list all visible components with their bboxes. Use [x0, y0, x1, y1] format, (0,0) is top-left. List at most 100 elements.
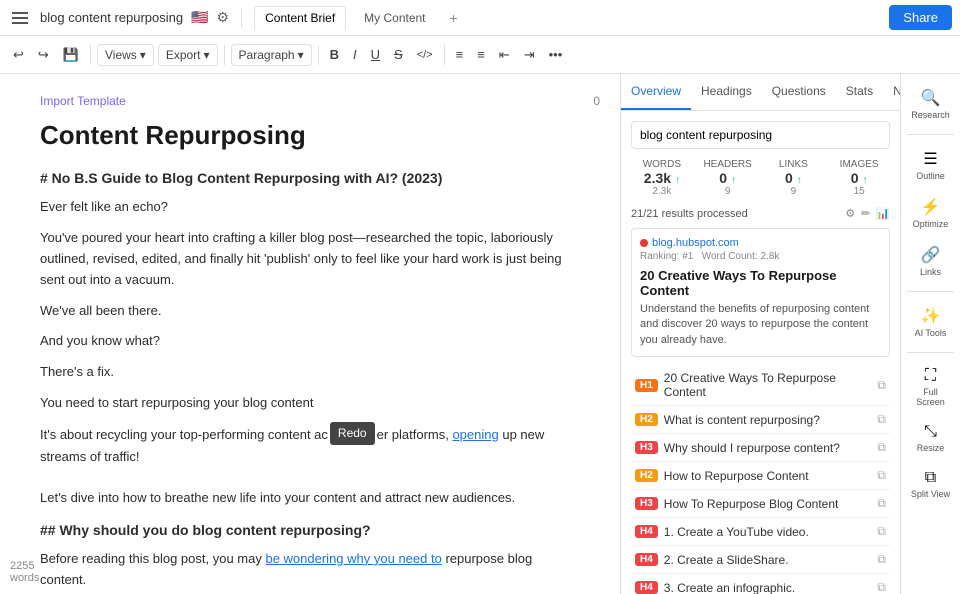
panel-content: WORDS 2.3k ↑ 2.3k HEADERS 0 ↑ 9 [621, 111, 900, 594]
heading-badge: H4 [635, 553, 658, 566]
search-input[interactable] [631, 121, 890, 149]
code-button[interactable]: </> [412, 46, 438, 64]
heading-item-text: 2. Create a SlideShare. [664, 553, 872, 567]
tab-news[interactable]: News [883, 74, 900, 110]
stat-images: IMAGES 0 ↑ 15 [828, 159, 890, 197]
heading-item-text: 3. Create an infographic. [664, 581, 872, 594]
sidebar-divider [907, 134, 954, 135]
competitor-description: Understand the benefits of repurposing c… [640, 302, 881, 348]
edit-results-icon[interactable]: ✏ [861, 207, 870, 220]
heading-list-item: H3 Why should I repurpose content? ⧉ [631, 434, 890, 462]
copy-heading-icon[interactable]: ⧉ [877, 468, 886, 483]
indent-decrease-button[interactable]: ⇤ [494, 44, 515, 66]
far-right-icon: ⤡ [924, 423, 937, 441]
far-right-item-outline[interactable]: ☰ Outline [905, 143, 957, 187]
wondering-link[interactable]: be wondering why you need to [265, 551, 441, 566]
indent-increase-button[interactable]: ⇥ [519, 44, 540, 66]
heading-item-text: How To Repurpose Blog Content [664, 497, 872, 511]
tab-add-button[interactable]: + [444, 6, 464, 30]
copy-heading-icon[interactable]: ⧉ [877, 524, 886, 539]
chart-results-icon[interactable]: 📊 [876, 207, 890, 220]
redo-tooltip: Redo [330, 422, 375, 445]
heading-list-item: H1 20 Creative Ways To Repurpose Content… [631, 365, 890, 406]
word-count-badge: 0 [593, 94, 600, 108]
competitor-title: 20 Creative Ways To Repurpose Content [640, 268, 881, 298]
heading-badge: H4 [635, 525, 658, 538]
tab-headings[interactable]: Headings [691, 74, 762, 110]
bold-button[interactable]: B [325, 44, 344, 65]
paragraph-dropdown[interactable]: Paragraph ▾ [231, 44, 312, 66]
heading-item-text: How to Repurpose Content [664, 469, 872, 483]
far-right-label: Research [911, 110, 950, 120]
hamburger-menu[interactable] [8, 8, 32, 28]
panel-tabs: Overview Headings Questions Stats News W… [621, 74, 900, 111]
far-right-item-research[interactable]: 🔍 Research [905, 82, 957, 126]
align-center-button[interactable]: ≡ [472, 44, 490, 65]
copy-heading-icon[interactable]: ⧉ [877, 580, 886, 594]
paragraph-4: And you know what? [40, 331, 580, 352]
tab-my-content[interactable]: My Content [354, 7, 435, 29]
sidebar-divider [907, 291, 954, 292]
paragraph-7: It's about recycling your top-performing… [40, 424, 580, 468]
underline-button[interactable]: U [366, 44, 385, 65]
export-dropdown[interactable]: Export ▾ [158, 44, 218, 66]
flag-icon: 🇺🇸 [191, 9, 208, 26]
far-right-label: Split View [911, 489, 950, 499]
copy-heading-icon[interactable]: ⧉ [877, 412, 886, 427]
far-right-label: Full Screen [909, 387, 953, 407]
results-bar-icons: ⚙ ✏ 📊 [845, 207, 890, 220]
far-right-label: Links [920, 267, 941, 277]
italic-button[interactable]: I [348, 44, 362, 65]
copy-heading-icon[interactable]: ⧉ [877, 378, 886, 393]
strikethrough-button[interactable]: S [389, 44, 408, 65]
far-right-item-optimize[interactable]: ⚡ Optimize [905, 191, 957, 235]
editor-area[interactable]: Import Template 0 Content Repurposing # … [0, 74, 620, 594]
far-right-item-ai-tools[interactable]: ✨ AI Tools [905, 300, 957, 344]
far-right-icon: ☰ [923, 149, 937, 169]
copy-heading-icon[interactable]: ⧉ [877, 552, 886, 567]
editor-content[interactable]: # No B.S Guide to Blog Content Repurposi… [40, 167, 580, 594]
save-button[interactable]: 💾 [58, 44, 84, 66]
right-panel: Overview Headings Questions Stats News W… [620, 74, 900, 594]
heading-list-item: H2 What is content repurposing? ⧉ [631, 406, 890, 434]
heading-badge: H1 [635, 379, 658, 392]
far-right-item-full-screen[interactable]: ⛶ Full Screen [905, 361, 957, 413]
settings-icon[interactable]: ⚙ [217, 9, 230, 26]
undo-button[interactable]: ↩ [8, 44, 29, 66]
more-options-button[interactable]: ••• [544, 44, 568, 65]
paragraph-9: Before reading this blog post, you may b… [40, 549, 580, 591]
words-value: 2.3k ↑ [631, 170, 693, 186]
tab-overview[interactable]: Overview [621, 74, 691, 110]
word-count-display: 2255 words [10, 560, 39, 584]
document-title[interactable]: Content Repurposing [40, 120, 580, 151]
views-dropdown[interactable]: Views ▾ [97, 44, 154, 66]
paragraph-6: You need to start repurposing your blog … [40, 393, 580, 414]
copy-heading-icon[interactable]: ⧉ [877, 440, 886, 455]
heading-badge: H4 [635, 581, 658, 594]
far-right-item-resize[interactable]: ⤡ Resize [905, 417, 957, 459]
tab-stats[interactable]: Stats [836, 74, 883, 110]
copy-heading-icon[interactable]: ⧉ [877, 496, 886, 511]
far-right-item-links[interactable]: 🔗 Links [905, 239, 957, 283]
results-bar: 21/21 results processed ⚙ ✏ 📊 [631, 207, 890, 220]
tab-questions[interactable]: Questions [762, 74, 836, 110]
far-right-label: Optimize [913, 219, 949, 229]
share-button[interactable]: Share [889, 5, 952, 30]
align-left-button[interactable]: ≡ [451, 44, 469, 65]
heading-item-text: Why should I repurpose content? [664, 441, 872, 455]
stat-headers: HEADERS 0 ↑ 9 [697, 159, 759, 197]
opening-link[interactable]: opening [452, 427, 498, 442]
far-right-label: Outline [916, 171, 945, 181]
far-right-icon: ⚡ [921, 197, 941, 217]
far-right-item-split-view[interactable]: ⧉ Split View [905, 463, 957, 505]
import-template-link[interactable]: Import Template [40, 94, 580, 108]
stats-row: WORDS 2.3k ↑ 2.3k HEADERS 0 ↑ 9 [631, 159, 890, 197]
links-value: 0 ↑ [763, 170, 825, 186]
heading-list-item: H2 How to Repurpose Content ⧉ [631, 462, 890, 490]
headings-list: H1 20 Creative Ways To Repurpose Content… [631, 365, 890, 594]
competitor-link[interactable]: blog.hubspot.com [652, 237, 739, 249]
redo-button[interactable]: ↪ [33, 44, 54, 66]
settings-results-icon[interactable]: ⚙ [845, 207, 855, 220]
paragraph-2: You've poured your heart into crafting a… [40, 228, 580, 290]
tab-content-brief[interactable]: Content Brief [254, 6, 346, 30]
